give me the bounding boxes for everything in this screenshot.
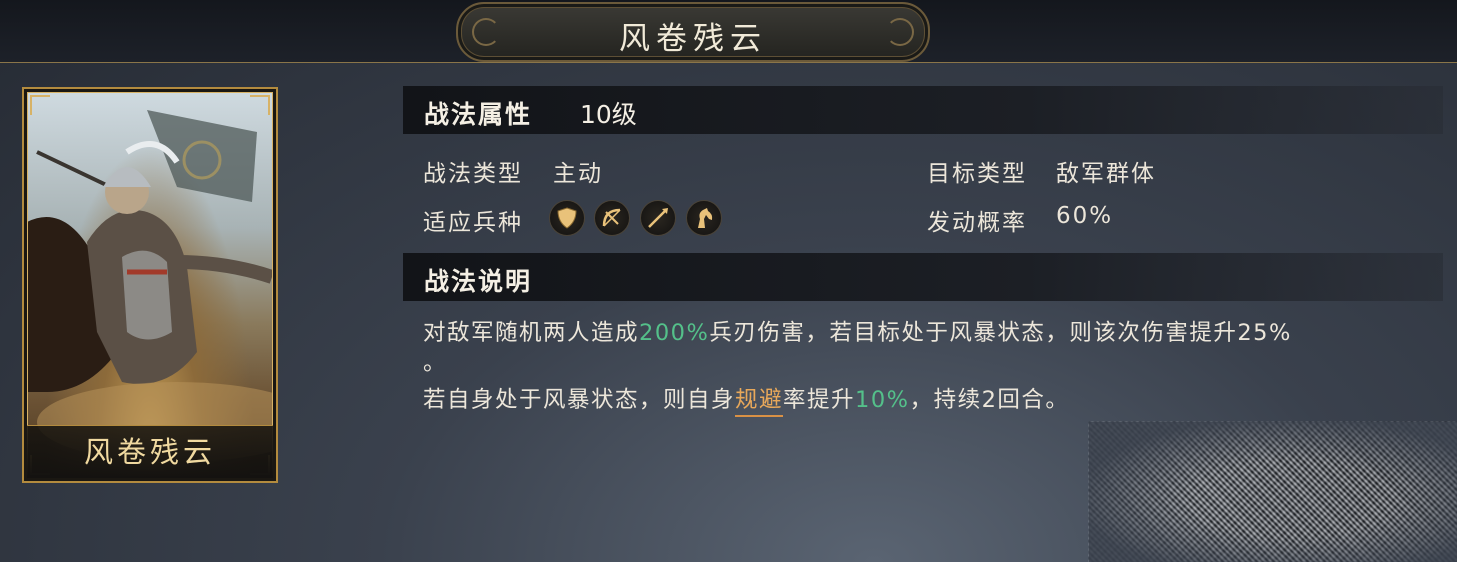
trigger-rate-value: 60%	[1056, 203, 1114, 229]
title-bar: 风卷残云	[0, 0, 1457, 63]
target-type-label: 目标类型	[927, 161, 1027, 187]
card-caption: 风卷残云	[27, 425, 273, 478]
tactic-type-label: 战法类型	[423, 161, 523, 187]
damage-percent: 200%	[639, 320, 710, 346]
attributes-header: 战法属性 10级	[403, 86, 1443, 134]
description-text: 率提升	[783, 387, 856, 413]
section-title-attributes: 战法属性	[424, 100, 533, 129]
frame-corner	[30, 95, 50, 115]
shield-icon	[549, 200, 585, 236]
section-title-description: 战法说明	[424, 267, 533, 296]
target-type-value: 敌军群体	[1056, 161, 1156, 187]
trigger-rate-label: 发动概率	[927, 210, 1027, 236]
description-text: 若自身处于风暴状态，则自身	[423, 387, 736, 413]
tactic-type-value: 主动	[553, 161, 603, 187]
bow-icon	[594, 200, 630, 236]
description-text: ，持续2回合。	[909, 387, 1070, 413]
description-line-3: 若自身处于风暴状态，则自身规避率提升10%，持续2回合。	[423, 382, 1070, 417]
card-frame	[27, 92, 273, 478]
page-title: 风卷残云	[619, 21, 767, 57]
obscured-watermark-fade	[1089, 422, 1457, 562]
horse-icon	[686, 200, 722, 236]
description-line-1: 对敌军随机两人造成200%兵刃伤害，若目标处于风暴状态，则该次伤害提升25%	[423, 315, 1292, 347]
description-header: 战法说明	[403, 253, 1443, 301]
evasion-percent: 10%	[855, 387, 910, 413]
tactic-card: 风卷残云	[22, 87, 278, 483]
description-text: 。	[423, 350, 448, 376]
evasion-keyword-link[interactable]: 规避	[735, 387, 784, 417]
description-text: 兵刃伤害，若目标处于风暴状态，则该次伤害提升25%	[709, 320, 1292, 346]
frame-corner	[250, 95, 270, 115]
description-text: 对敌军随机两人造成	[423, 320, 640, 346]
title-plate: 风卷残云	[456, 2, 930, 62]
spear-icon	[640, 200, 676, 236]
description-line-2: 。	[423, 345, 447, 377]
troop-type-label: 适应兵种	[423, 210, 523, 236]
tactic-level: 10级	[580, 100, 637, 129]
